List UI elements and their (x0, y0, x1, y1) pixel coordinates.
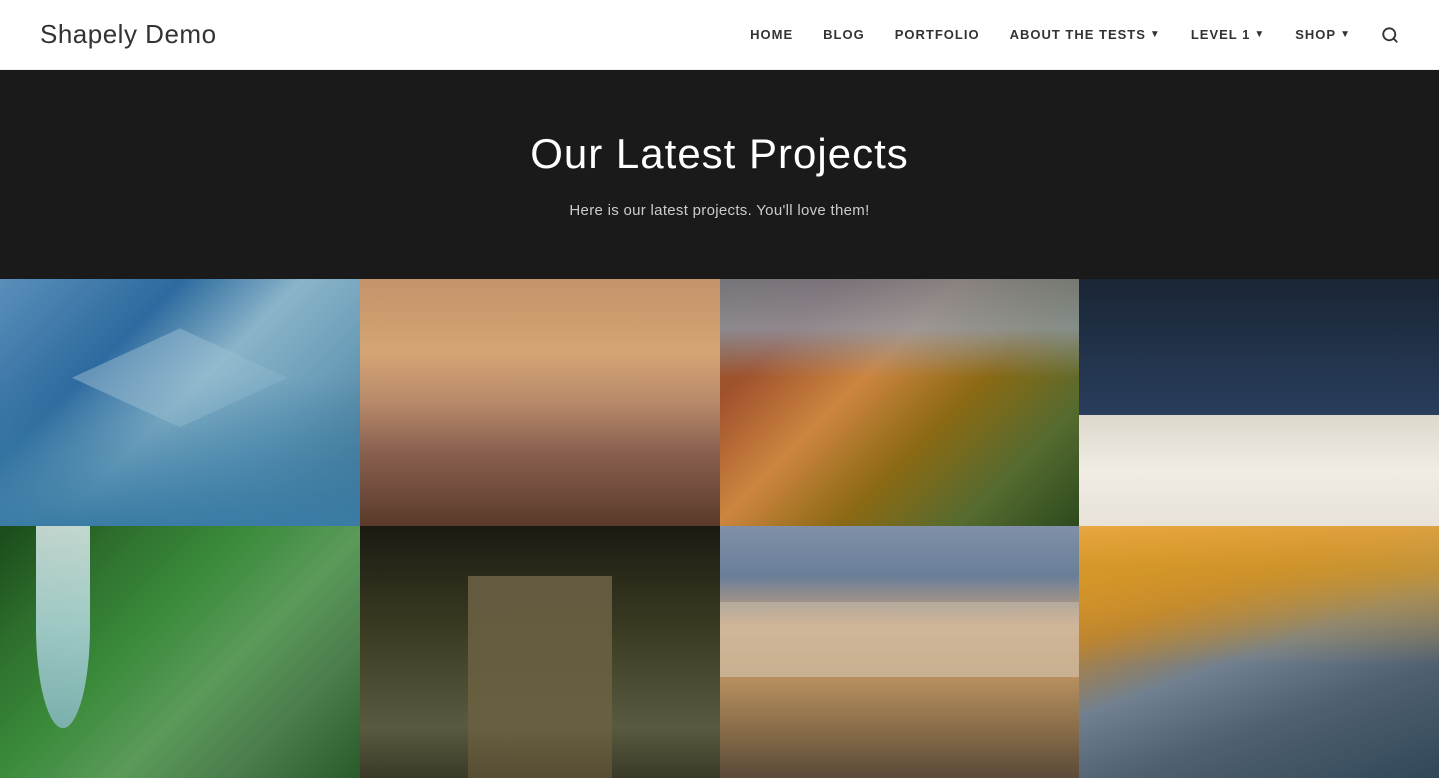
site-header: Shapely Demo HOME BLOG PORTFOLIO ABOUT T… (0, 0, 1439, 70)
nav-about-the-tests[interactable]: ABOUT THE TESTS ▼ (1010, 27, 1161, 42)
gallery-image-1 (0, 279, 360, 526)
search-icon[interactable] (1381, 26, 1399, 44)
hero-section: Our Latest Projects Here is our latest p… (0, 70, 1439, 279)
hero-subtitle: Here is our latest projects. You'll love… (20, 202, 1419, 219)
gallery-item-8[interactable] (1079, 526, 1439, 778)
gallery-grid (0, 279, 1439, 778)
gallery-item-5[interactable] (0, 526, 360, 778)
gallery-image-8 (1079, 526, 1439, 778)
gallery-image-2 (360, 279, 720, 526)
gallery-item-6[interactable] (360, 526, 720, 778)
hero-title: Our Latest Projects (20, 130, 1419, 178)
level1-dropdown-arrow: ▼ (1254, 29, 1265, 40)
nav-portfolio[interactable]: PORTFOLIO (895, 27, 980, 42)
nav-shop[interactable]: SHOP ▼ (1295, 27, 1351, 42)
gallery-image-4 (1079, 279, 1439, 526)
nav-home[interactable]: HOME (750, 27, 793, 42)
gallery-image-5 (0, 526, 360, 778)
nav-blog[interactable]: BLOG (823, 27, 865, 42)
gallery-image-6 (360, 526, 720, 778)
site-title[interactable]: Shapely Demo (40, 19, 217, 50)
shop-dropdown-arrow: ▼ (1340, 29, 1351, 40)
gallery-image-7 (720, 526, 1080, 778)
gallery-item-4[interactable] (1079, 279, 1439, 526)
about-dropdown-arrow: ▼ (1150, 29, 1161, 40)
gallery-image-3 (720, 279, 1080, 526)
gallery-item-1[interactable] (0, 279, 360, 526)
nav-level1[interactable]: LEVEL 1 ▼ (1191, 27, 1265, 42)
gallery-item-2[interactable] (360, 279, 720, 526)
gallery-item-3[interactable] (720, 279, 1080, 526)
main-nav: HOME BLOG PORTFOLIO ABOUT THE TESTS ▼ LE… (750, 26, 1399, 44)
gallery-item-7[interactable] (720, 526, 1080, 778)
